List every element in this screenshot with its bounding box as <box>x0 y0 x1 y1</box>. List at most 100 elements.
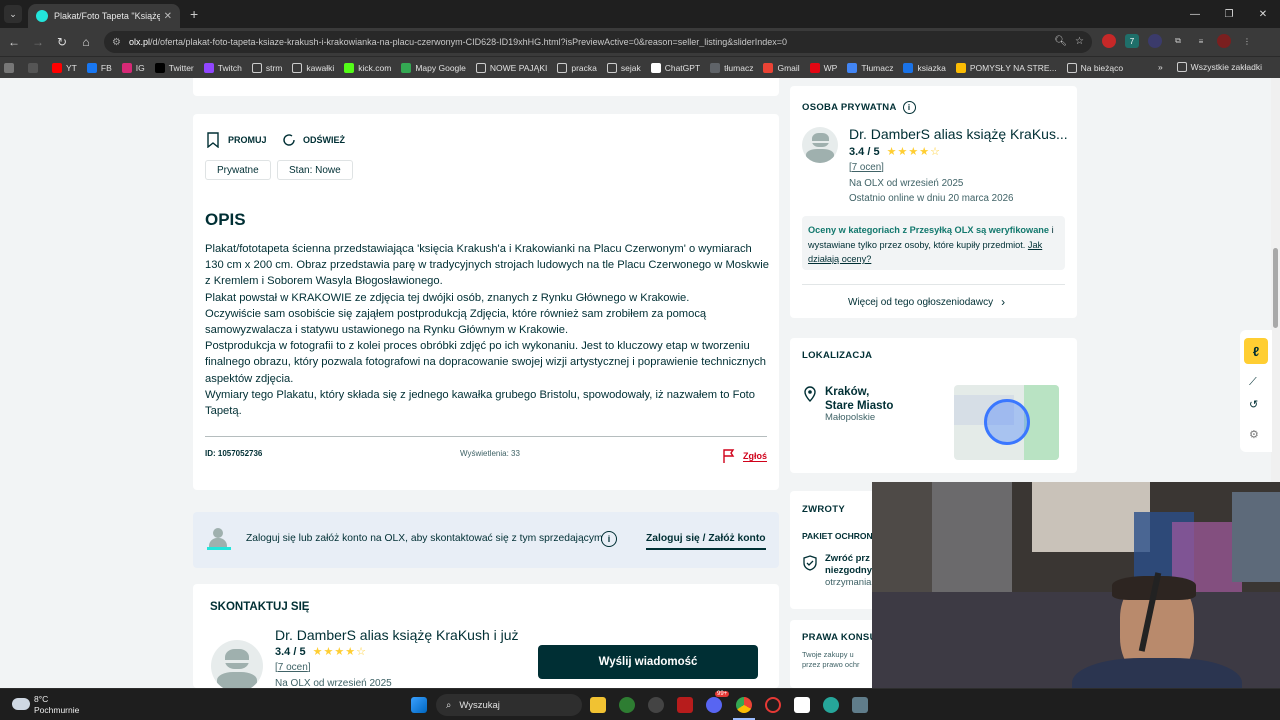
bookmark-item[interactable]: Twitter <box>154 62 194 73</box>
description-text: Plakat/fototapeta ścienna przedstawiając… <box>205 241 770 419</box>
forward-icon[interactable]: → <box>26 35 50 49</box>
bookmark-favicon-icon <box>344 62 355 73</box>
bookmark-item[interactable]: Mapy Google <box>401 62 466 73</box>
profile-avatar[interactable] <box>1217 34 1231 48</box>
discord-icon[interactable]: 99+ <box>706 691 730 713</box>
opera-icon[interactable] <box>765 697 781 713</box>
bookmark-favicon-icon <box>903 62 914 73</box>
login-prompt-text: Zaloguj się lub załóż konto na OLX, aby … <box>246 533 603 544</box>
bookmark-item[interactable]: ChatGPT <box>650 62 700 73</box>
close-tab-icon[interactable]: ✕ <box>164 11 172 22</box>
bookmark-item[interactable]: POMYSŁY NA STRE... <box>955 62 1057 73</box>
bookmark-item[interactable]: WP <box>809 62 837 73</box>
bookmark-item[interactable]: ksiazka <box>903 62 946 73</box>
location-region: Małopolskie <box>825 412 876 423</box>
close-window-icon[interactable]: ✕ <box>1246 0 1280 28</box>
bookmarks-more-icon[interactable]: » <box>1158 62 1163 72</box>
folder-icon <box>1066 62 1077 73</box>
folder-icon <box>251 62 262 73</box>
circle-extension-icon[interactable] <box>1148 34 1162 48</box>
puzzle-icon[interactable]: ⧉ <box>1171 34 1185 48</box>
browser-tab[interactable]: Plakat/Foto Tapeta "Książę KraK ✕ <box>28 4 180 28</box>
maximize-icon[interactable]: ❐ <box>1212 0 1246 28</box>
chrome-icon[interactable] <box>736 697 752 713</box>
info-icon[interactable]: i <box>902 101 916 114</box>
bookmark-item[interactable]: pracka <box>557 62 597 73</box>
file-explorer-icon[interactable] <box>590 697 606 713</box>
bookmark-item[interactable]: Twitch <box>203 62 242 73</box>
info-icon[interactable]: i <box>601 531 617 547</box>
description-paragraph: Wymiary tego Plakatu, który składa się z… <box>205 388 756 418</box>
bookmark-favicon-icon <box>86 62 97 73</box>
send-message-button[interactable]: Wyślij wiadomość <box>538 645 758 679</box>
bookmark-item[interactable]: FB <box>86 62 112 73</box>
bookmark-item[interactable]: NOWE PAJĄKI <box>475 62 547 73</box>
refresh-button[interactable]: ODŚWIEŻ <box>281 132 345 148</box>
address-bar[interactable]: ⚙ olx.pl/d/oferta/plakat-foto-tapeta-ksi… <box>104 31 1092 53</box>
seller-reviews-link[interactable]: [7 ocen] <box>849 162 884 173</box>
user-lock-icon <box>207 528 231 552</box>
reading-list-icon[interactable]: ≡ <box>1194 34 1208 48</box>
shield-check-icon <box>803 555 817 571</box>
seller-avatar <box>802 127 838 163</box>
url-host: olx.pl <box>128 37 150 47</box>
zoom-icon[interactable]: 🔍︎ <box>1054 36 1067 47</box>
apps-icon[interactable] <box>4 62 18 73</box>
record-extension-icon[interactable] <box>1102 34 1116 48</box>
report-link[interactable]: Zgłoś <box>721 448 767 464</box>
app-teal-icon[interactable] <box>823 697 839 713</box>
bookmark-item[interactable]: Gmail <box>763 62 800 73</box>
bookmark-item[interactable]: Na bieżąco <box>1066 62 1123 73</box>
settings-gear-icon[interactable]: ⚙ <box>1249 428 1259 441</box>
calculator-icon[interactable] <box>852 697 868 713</box>
promote-button[interactable]: PROMUJ <box>206 132 267 148</box>
description-paragraph: Postprodukcja w fotografii to z kolei pr… <box>205 340 766 385</box>
bookmark-item[interactable]: kick.com <box>344 62 391 73</box>
bookmark-item[interactable]: IG <box>121 62 145 73</box>
contact-reviews-link[interactable]: [7 ocen] <box>275 662 311 673</box>
chart-icon[interactable]: ⟋ <box>1249 376 1257 389</box>
site-info-icon[interactable]: ⚙ <box>112 37 121 48</box>
returns-text: Zwróć prz niezgodny otrzymania <box>825 553 872 588</box>
bookmark-item[interactable]: kawałki <box>292 62 334 73</box>
bookmark-favicon-icon <box>401 62 412 73</box>
cloud-icon <box>12 698 30 710</box>
webcam-overlay <box>872 482 1280 720</box>
seller-name[interactable]: Dr. DamberS alias książę KraKus... <box>849 126 1068 142</box>
windows-start-icon[interactable] <box>411 697 427 713</box>
app-window-icon[interactable] <box>794 697 810 713</box>
menu-icon[interactable]: ⋮ <box>1240 34 1254 48</box>
tab-search-button[interactable]: ⌄ <box>4 5 22 23</box>
minimize-icon[interactable]: — <box>1178 0 1212 28</box>
reload-icon[interactable]: ↻ <box>50 35 74 49</box>
chip-condition: Stan: Nowe <box>277 160 353 180</box>
scrollbar-thumb[interactable] <box>1273 248 1278 328</box>
bookmark-item[interactable]: Tłumacz <box>847 62 893 73</box>
assistant-icon[interactable]: ℓ <box>1244 338 1268 364</box>
bookmark-item[interactable]: YT <box>52 62 77 73</box>
bookmark-item[interactable]: tłumacz <box>710 62 753 73</box>
app-red-icon[interactable] <box>677 697 693 713</box>
login-link[interactable]: Zaloguj się / Załóż konto <box>646 533 766 550</box>
bookmark-item[interactable]: sejak <box>606 62 641 73</box>
folder-icon <box>606 62 617 73</box>
all-bookmarks-folder[interactable]: Wszystkie zakładki <box>1176 62 1262 72</box>
app-shield-icon[interactable] <box>619 697 635 713</box>
seller-rating: 3.4 / 5 ★★★★☆ <box>849 146 941 158</box>
home-icon[interactable]: ⌂ <box>74 35 98 49</box>
taskbar-search[interactable]: ⌕ Wyszukaj <box>436 694 582 716</box>
bookmark-favicon-icon <box>52 62 62 73</box>
grid-icon[interactable] <box>28 62 42 73</box>
app-circle-icon[interactable] <box>648 697 664 713</box>
contact-seller-name[interactable]: Dr. DamberS alias książę KraKush i już <box>275 627 519 643</box>
weather-widget[interactable]: 8°C Pochmurnie <box>34 694 79 716</box>
ai-extension-icon[interactable]: 7 <box>1125 34 1139 48</box>
back-icon[interactable]: ← <box>2 35 26 49</box>
history-icon[interactable]: ↺ <box>1249 398 1258 411</box>
bookmark-star-icon[interactable]: ☆ <box>1075 36 1084 47</box>
location-map[interactable] <box>954 385 1059 460</box>
new-tab-button[interactable]: + <box>190 6 198 22</box>
bookmark-item[interactable]: strm <box>251 62 282 73</box>
more-from-seller-link[interactable]: Więcej od tego ogłoszeniodawcy › <box>848 295 1005 309</box>
location-pin-icon <box>803 386 817 402</box>
